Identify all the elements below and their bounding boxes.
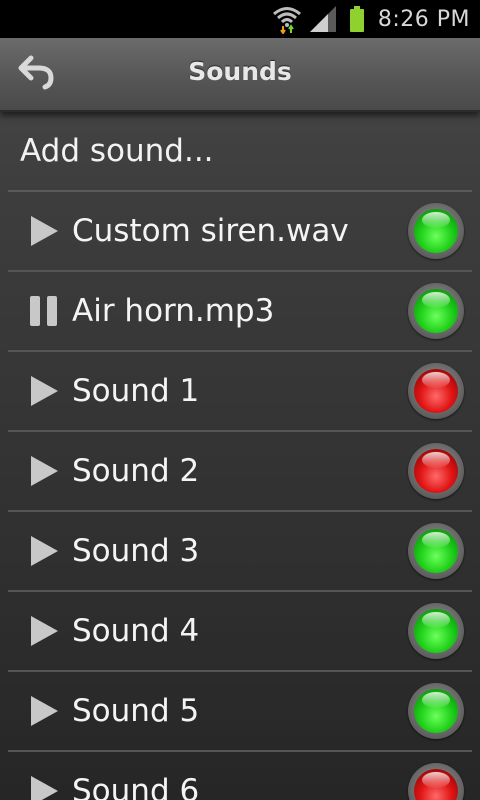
list-item[interactable]: Custom siren.wav (8, 192, 472, 272)
list-item[interactable]: Sound 5 (8, 672, 472, 752)
list-item[interactable]: Sound 3 (8, 512, 472, 592)
battery-icon (349, 6, 364, 32)
pause-icon[interactable] (24, 291, 64, 331)
status-light-red[interactable] (408, 443, 464, 499)
sound-list: Add sound... Custom siren.wav Air horn.mp… (0, 112, 480, 800)
status-bar: 8:26 PM (0, 0, 480, 38)
list-item[interactable]: Sound 6 (8, 752, 472, 800)
sounds-screen: 8:26 PM Sounds Add sound... Custom siren… (0, 0, 480, 800)
sound-name: Sound 4 (72, 613, 200, 649)
add-sound-button[interactable]: Add sound... (8, 112, 472, 192)
signal-icon (308, 4, 338, 34)
action-bar: Sounds (0, 38, 480, 112)
play-icon[interactable] (24, 451, 64, 491)
status-light-green[interactable] (408, 683, 464, 739)
status-light-green[interactable] (408, 603, 464, 659)
play-icon[interactable] (24, 211, 64, 251)
play-icon[interactable] (24, 371, 64, 411)
list-item[interactable]: Sound 1 (8, 352, 472, 432)
sound-name: Sound 3 (72, 533, 200, 569)
sound-name: Sound 1 (72, 373, 200, 409)
play-icon[interactable] (24, 771, 64, 800)
sound-name: Sound 6 (72, 773, 200, 800)
play-icon[interactable] (24, 691, 64, 731)
list-item[interactable]: Sound 4 (8, 592, 472, 672)
status-light-red[interactable] (408, 363, 464, 419)
status-light-green[interactable] (408, 203, 464, 259)
status-time: 8:26 PM (377, 6, 470, 32)
page-title: Sounds (188, 57, 292, 86)
play-icon[interactable] (24, 611, 64, 651)
add-sound-label: Add sound... (20, 133, 214, 169)
wifi-icon (272, 4, 302, 35)
list-item[interactable]: Air horn.mp3 (8, 272, 472, 352)
sound-name: Custom siren.wav (72, 213, 349, 249)
list-item[interactable]: Sound 2 (8, 432, 472, 512)
status-light-green[interactable] (408, 523, 464, 579)
sound-name: Air horn.mp3 (72, 293, 275, 329)
sound-name: Sound 2 (72, 453, 200, 489)
play-icon[interactable] (24, 531, 64, 571)
sound-name: Sound 5 (72, 693, 200, 729)
status-light-green[interactable] (408, 283, 464, 339)
status-light-red[interactable] (408, 763, 464, 800)
